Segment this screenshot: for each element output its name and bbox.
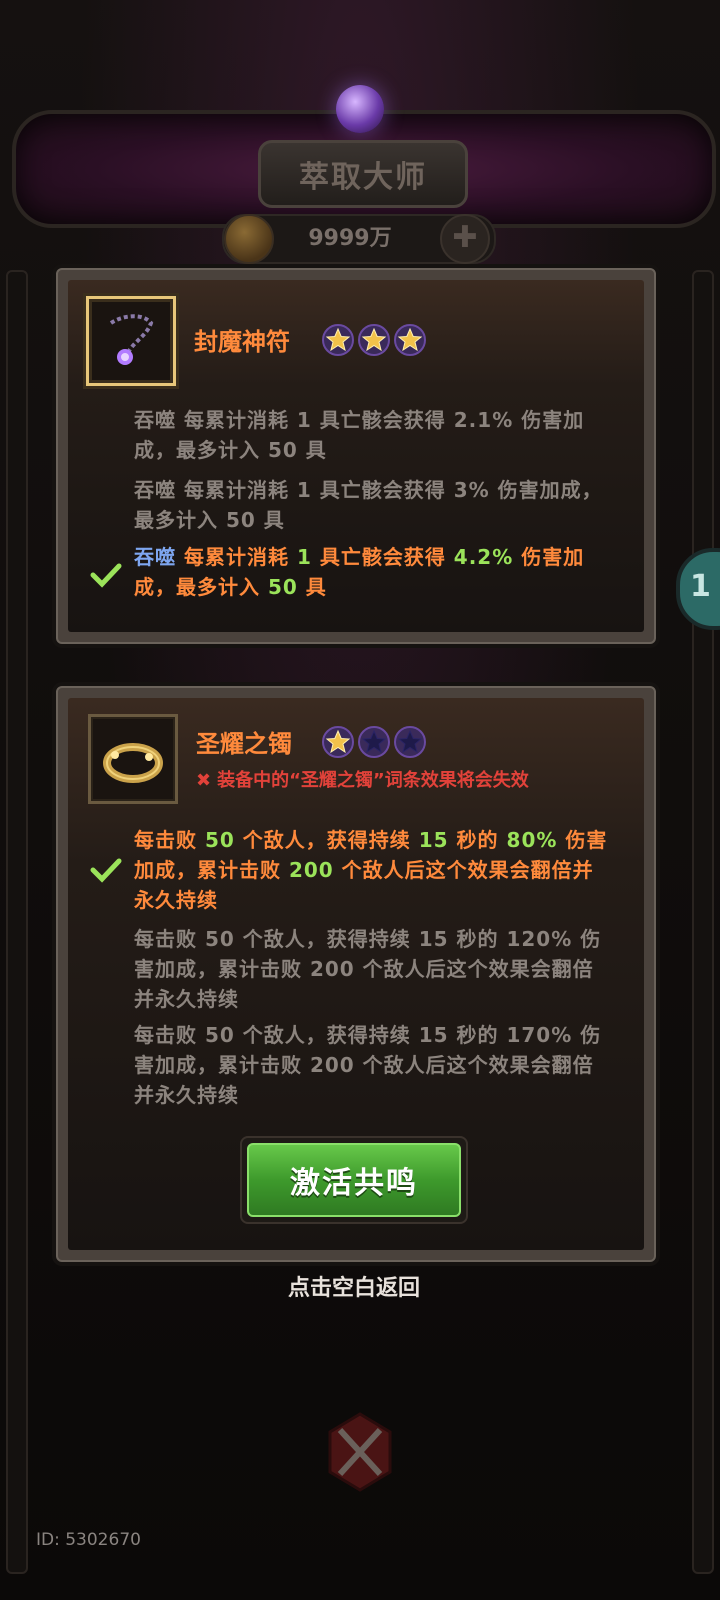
star-filled-icon bbox=[322, 726, 354, 758]
effect-text-segment: 吞噬 每累计消耗 1 具亡骸会获得 2.1% 伤害加成，最多计入 50 具 bbox=[134, 408, 585, 462]
effect-level-3: 吞噬 每累计消耗 1 具亡骸会获得 4.2% 伤害加成，最多计入 50 具 bbox=[134, 542, 614, 602]
item-name-bracelet: 圣耀之镯 bbox=[196, 730, 292, 758]
close-icon: ✖ bbox=[196, 770, 212, 791]
amulet-slot[interactable] bbox=[86, 296, 176, 386]
effect-text-segment: 吞噬 bbox=[134, 545, 176, 569]
warning-label: 装备中的“圣耀之镯”词条效果将会失效 bbox=[217, 770, 529, 791]
add-currency-button[interactable]: ✚ bbox=[440, 214, 490, 264]
effect-text-segment: 每击败 50 个敌人，获得持续 15 秒的 170% 伤害加成，累计击败 200… bbox=[134, 1023, 602, 1107]
star-rating-amulet bbox=[322, 324, 426, 356]
warning-text: ✖ 装备中的“圣耀之镯”词条效果将会失效 bbox=[196, 766, 529, 792]
star-filled-icon bbox=[394, 324, 426, 356]
star-filled-icon bbox=[322, 324, 354, 356]
effect-text-segment: 秒的 bbox=[448, 828, 507, 852]
tap-blank-to-return-hint: 点击空白返回 bbox=[287, 1276, 420, 1301]
effect-level-1: 每击败 50 个敌人，获得持续 15 秒的 80% 伤害加成，累计击败 200 … bbox=[134, 825, 614, 915]
effect-text-segment: 15 bbox=[418, 828, 449, 852]
side-tab-label: 1 bbox=[690, 569, 711, 604]
crossed-swords-icon bbox=[328, 1412, 392, 1492]
effect-text-segment: 每击败 bbox=[134, 828, 205, 852]
effect-text-segment: 50 bbox=[267, 575, 298, 599]
effect-text-segment: 每累计消耗 bbox=[176, 545, 297, 569]
effect-level-2: 每击败 50 个敌人，获得持续 15 秒的 120% 伤害加成，累计击败 200… bbox=[134, 924, 614, 1014]
check-icon bbox=[90, 563, 122, 588]
player-id: ID: 5302670 bbox=[36, 1530, 141, 1550]
star-empty-icon bbox=[358, 726, 390, 758]
currency-amount: 9999万 bbox=[308, 226, 392, 251]
bracelet-slot[interactable] bbox=[88, 714, 178, 804]
effect-text-segment: 4.2% bbox=[453, 545, 514, 569]
title-plate: 萃取大师 bbox=[258, 140, 468, 208]
effect-level-1: 吞噬 每累计消耗 1 具亡骸会获得 2.1% 伤害加成，最多计入 50 具 bbox=[134, 405, 614, 465]
effect-text-segment: 具亡骸会获得 bbox=[311, 545, 454, 569]
right-frame-rail bbox=[692, 270, 714, 1574]
check-icon bbox=[90, 858, 122, 883]
star-empty-icon bbox=[394, 726, 426, 758]
effect-text-segment: 每击败 50 个敌人，获得持续 15 秒的 120% 伤害加成，累计击败 200… bbox=[134, 927, 602, 1011]
effect-text-segment: 80% bbox=[506, 828, 558, 852]
item-name-amulet: 封魔神符 bbox=[194, 328, 290, 356]
left-frame-rail bbox=[6, 270, 28, 1574]
effect-text-segment: 200 bbox=[288, 858, 334, 882]
bracelet-icon bbox=[103, 743, 163, 783]
effect-level-3: 每击败 50 个敌人，获得持续 15 秒的 170% 伤害加成，累计击败 200… bbox=[134, 1020, 614, 1110]
effect-text-segment: 吞噬 每累计消耗 1 具亡骸会获得 3% 伤害加成，最多计入 50 具 bbox=[134, 478, 603, 532]
effect-text-segment: 50 bbox=[204, 828, 235, 852]
star-rating-bracelet bbox=[322, 726, 426, 758]
effect-text-segment: 具 bbox=[297, 575, 327, 599]
effect-text-segment: 1 bbox=[296, 545, 312, 569]
amulet-icon bbox=[109, 314, 154, 365]
star-filled-icon bbox=[358, 324, 390, 356]
effect-text-segment: 个敌人，获得持续 bbox=[234, 828, 419, 852]
orb-icon bbox=[336, 85, 384, 133]
activate-resonance-button[interactable]: 激活共鸣 bbox=[240, 1136, 468, 1224]
activate-button-label: 激活共鸣 bbox=[247, 1143, 461, 1217]
coin-icon bbox=[224, 214, 274, 264]
page-title: 萃取大师 bbox=[299, 160, 427, 195]
effect-level-2: 吞噬 每累计消耗 1 具亡骸会获得 3% 伤害加成，最多计入 50 具 bbox=[134, 475, 614, 535]
